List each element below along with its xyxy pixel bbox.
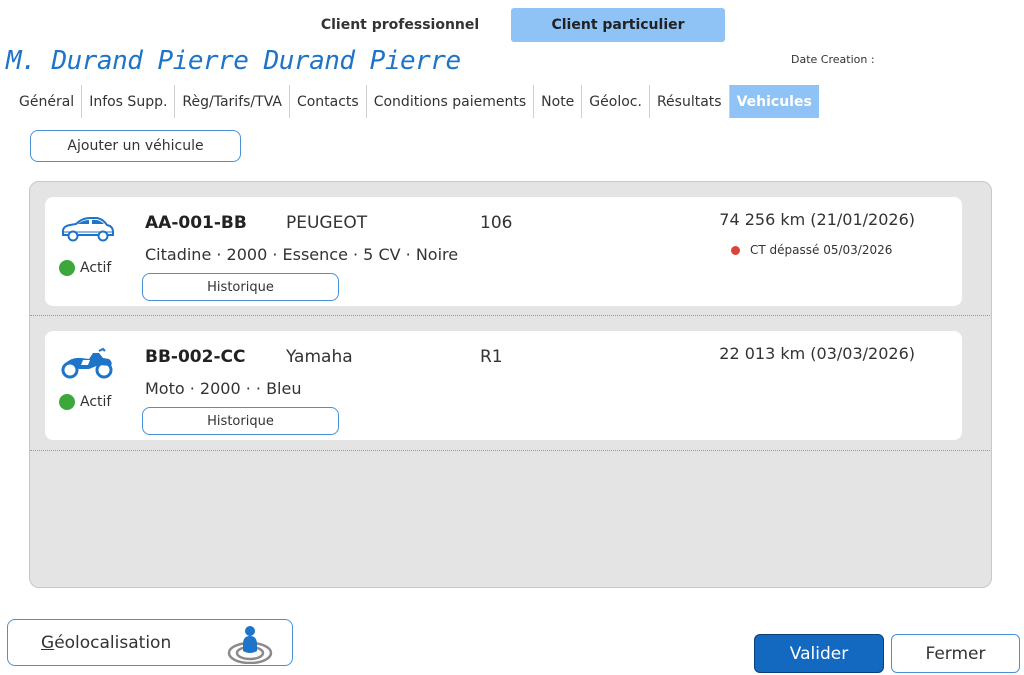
tab-client-particulier[interactable]: Client particulier (511, 8, 725, 42)
date-creation-label: Date Creation : (791, 53, 875, 66)
add-vehicle-button[interactable]: Ajouter un véhicule (30, 130, 241, 162)
tab-conditions-paiements[interactable]: Conditions paiements (367, 85, 535, 118)
vehicle-mileage: 74 256 km (21/01/2026) (719, 210, 915, 229)
status-label: Actif (80, 394, 112, 410)
ct-alert: CT dépassé 05/03/2026 (731, 243, 892, 257)
row-separator (30, 450, 990, 451)
ct-alert-text: CT dépassé 05/03/2026 (750, 243, 893, 257)
geolocalisation-button[interactable]: Géolocalisation (7, 619, 293, 666)
fermer-button[interactable]: Fermer (891, 634, 1020, 673)
tab-note[interactable]: Note (534, 85, 583, 118)
vehicle-card[interactable]: Actif BB-002-CC Yamaha R1 Moto · 2000 · … (45, 331, 962, 440)
vehicle-model: 106 (480, 213, 513, 233)
vehicle-brand: PEUGEOT (286, 213, 368, 233)
vehicle-brand: Yamaha (286, 347, 353, 367)
vehicle-mileage: 22 013 km (03/03/2026) (719, 344, 915, 363)
vehicle-model: R1 (480, 347, 503, 367)
history-button[interactable]: Historique (142, 407, 339, 435)
tab-geoloc[interactable]: Géoloc. (582, 85, 650, 118)
valider-button[interactable]: Valider (754, 634, 884, 673)
client-name-title: M. Durand Pierre Durand Pierre (6, 46, 461, 76)
motorcycle-icon (61, 347, 113, 379)
vehicle-description: Citadine · 2000 · Essence · 5 CV · Noire (145, 245, 459, 264)
client-form-window: Client professionnel Client particulier … (0, 0, 1024, 675)
geolocalisation-label: Géolocalisation (41, 633, 172, 653)
tab-client-professionnel[interactable]: Client professionnel (300, 8, 500, 42)
vehicle-card[interactable]: Actif AA-001-BB PEUGEOT 106 Citadine · 2… (45, 197, 962, 306)
vehicle-plate: BB-002-CC (145, 347, 246, 367)
car-icon (62, 217, 114, 242)
vehicle-description: Moto · 2000 · · Bleu (145, 379, 302, 398)
history-button[interactable]: Historique (142, 273, 339, 301)
tab-general[interactable]: Général (12, 85, 83, 118)
status-label: Actif (80, 260, 112, 276)
status-dot-icon (59, 394, 75, 410)
status-dot-icon (59, 260, 75, 276)
tab-infos-supp[interactable]: Infos Supp. (82, 85, 176, 118)
row-separator (30, 315, 990, 316)
geolocalisation-label-rest: éolocalisation (54, 633, 172, 653)
section-tabs: Général Infos Supp. Règ/Tarifs/TVA Conta… (12, 85, 819, 118)
location-pin-icon (227, 626, 273, 664)
tab-reg-tarifs-tva[interactable]: Règ/Tarifs/TVA (175, 85, 290, 118)
tab-vehicules[interactable]: Vehicules (729, 85, 819, 118)
alert-dot-icon (731, 245, 740, 255)
status-badge: Actif (59, 260, 111, 276)
tab-resultats[interactable]: Résultats (650, 85, 730, 118)
status-badge: Actif (59, 394, 111, 410)
vehicle-plate: AA-001-BB (145, 213, 247, 233)
tab-contacts[interactable]: Contacts (290, 85, 367, 118)
